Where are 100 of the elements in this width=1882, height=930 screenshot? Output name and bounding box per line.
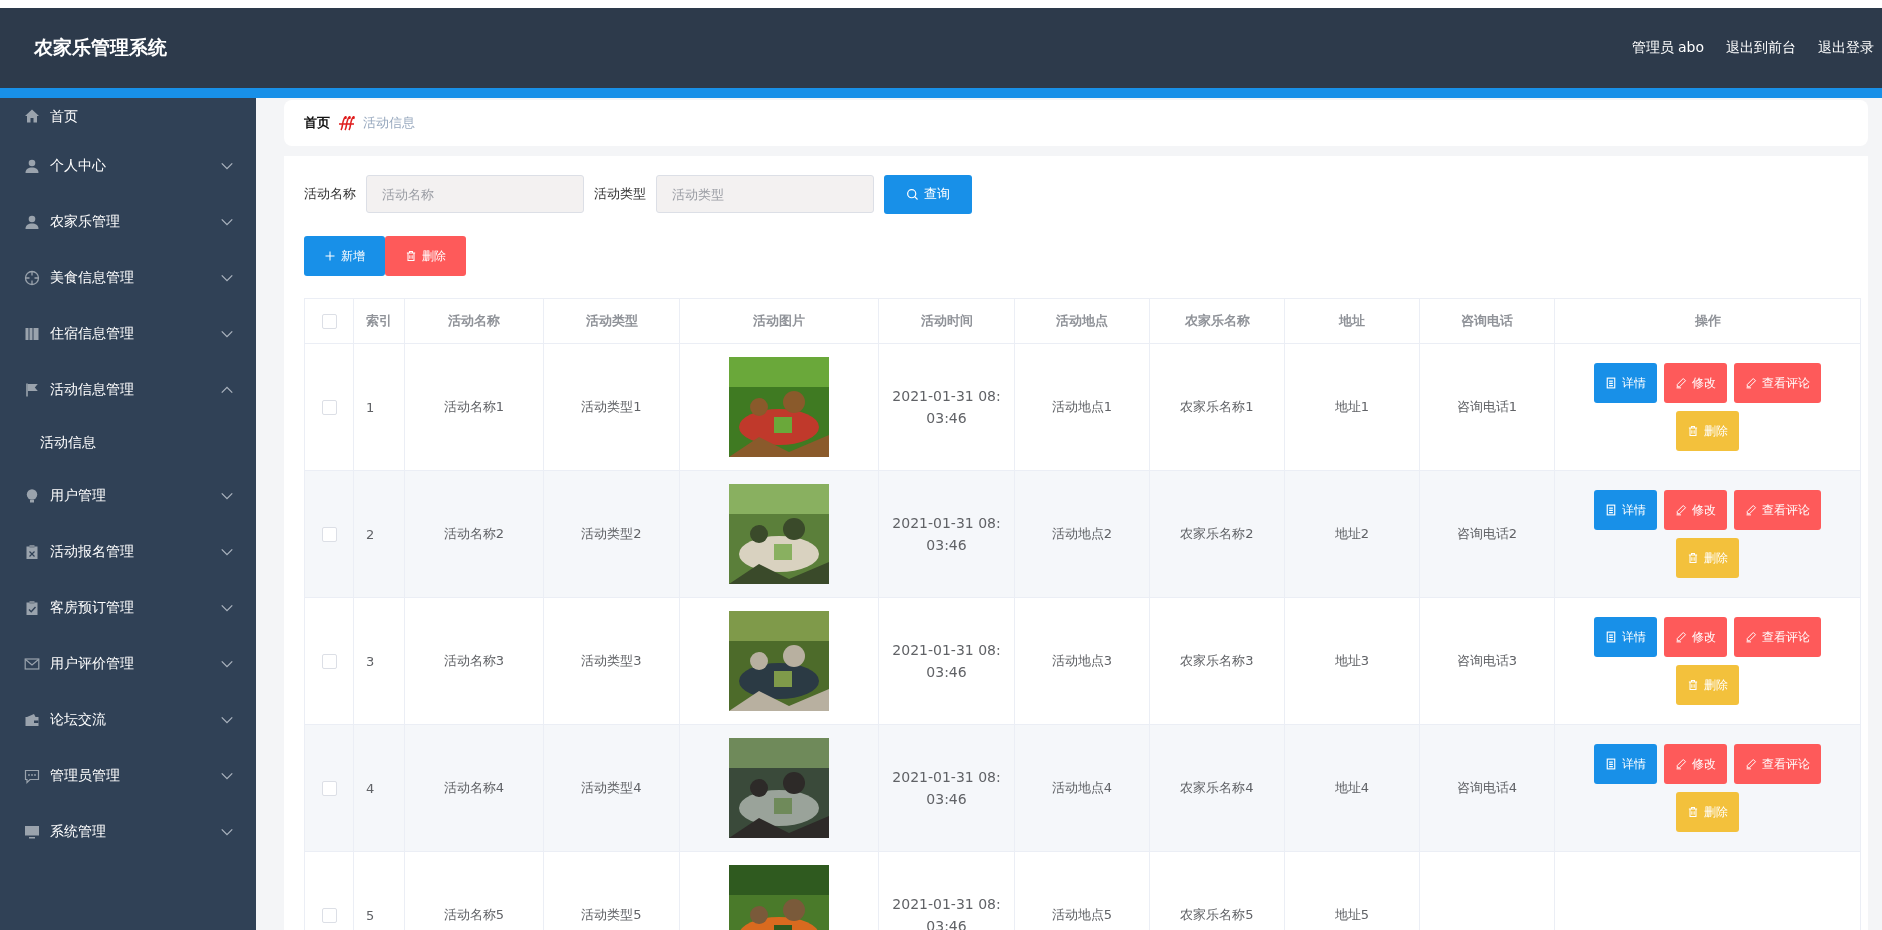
pencil-icon [1745, 377, 1757, 389]
field-label: 活动名称 [304, 185, 356, 203]
edit-button[interactable]: 修改 [1664, 617, 1727, 657]
header-link[interactable]: 退出登录 [1818, 39, 1874, 57]
table-cell-text: 3 [365, 653, 376, 669]
monitor-icon [24, 824, 40, 840]
table-cell: 咨询电话3 [1456, 652, 1518, 670]
pencil-icon [1745, 504, 1757, 516]
search-button[interactable]: 查询 [884, 174, 972, 214]
table-cell-text: 2021-01-31 08:03:46 [891, 387, 1002, 428]
table-cell-text: 2021-01-31 08:03:46 [891, 641, 1002, 682]
edit-button[interactable]: 查看评论 [1734, 744, 1821, 784]
sidebar-item[interactable]: 个人中心 [0, 138, 256, 194]
plus-icon [324, 250, 336, 262]
sidebar-item[interactable]: 管理员管理 [0, 748, 256, 804]
table-cell-text: 4 [365, 780, 376, 796]
chat-icon [24, 768, 40, 784]
detail-button[interactable]: 详情 [1594, 744, 1657, 784]
field-label: 活动类型 [594, 185, 646, 203]
clipboard-x-icon [24, 544, 40, 560]
checkbox[interactable] [321, 654, 337, 669]
edit-button[interactable]: 查看评论 [1734, 363, 1821, 403]
breadcrumb-link[interactable]: 首页 [304, 114, 330, 132]
table-cell: 咨询电话1 [1456, 398, 1518, 416]
bulb-icon [24, 488, 40, 504]
pencil-icon [1675, 631, 1687, 643]
pencil-icon [1675, 377, 1687, 389]
column-header: 咨询电话 [1419, 298, 1555, 344]
edit-button[interactable]: 查看评论 [1734, 617, 1821, 657]
table-cell-text: 1 [365, 399, 376, 415]
app-title: 农家乐管理系统 [34, 35, 167, 60]
table-cell: 地址3 [1334, 652, 1370, 670]
table-cell: 农家乐名称3 [1180, 652, 1254, 670]
sidebar-item[interactable]: 美食信息管理 [0, 250, 256, 306]
table-cell: 活动地点1 [1051, 398, 1113, 416]
detail-button[interactable]: 详情 [1594, 490, 1657, 530]
table-cell: 活动类型4 [581, 779, 642, 797]
trash-icon [1687, 552, 1699, 564]
sidebar-item[interactable]: 论坛交流 [0, 692, 256, 748]
checkbox[interactable] [321, 527, 337, 542]
sidebar-item[interactable]: 活动信息管理 [0, 362, 256, 418]
table-cell: 活动地点5 [1051, 906, 1113, 924]
pencil-icon [1675, 504, 1687, 516]
add-button[interactable]: 新增 [304, 236, 385, 276]
column-header: 操作 [1554, 298, 1861, 344]
checkbox[interactable] [321, 314, 337, 329]
trash-icon [1687, 679, 1699, 691]
mail-icon [24, 656, 40, 672]
checkbox[interactable] [321, 781, 337, 796]
crosshair-icon [24, 270, 40, 286]
user-icon [24, 214, 40, 230]
edit-button[interactable]: 修改 [1664, 490, 1727, 530]
flag-icon [24, 382, 40, 398]
table-cell: 活动名称4 [443, 779, 505, 797]
table-cell: 活动类型5 [581, 906, 642, 924]
detail-button[interactable]: 详情 [1594, 617, 1657, 657]
table-cell: 活动类型3 [581, 652, 642, 670]
table-cell-text: 5 [365, 907, 376, 923]
checkbox[interactable] [321, 908, 337, 923]
trash-icon [405, 250, 417, 262]
column-header: 地址 [1284, 298, 1420, 344]
table-cell: 活动名称3 [443, 652, 505, 670]
sidebar-item[interactable]: 用户评价管理 [0, 636, 256, 692]
sidebar-item[interactable]: 农家乐管理 [0, 194, 256, 250]
table-cell: 咨询电话2 [1456, 525, 1518, 543]
column-header: 活动名称 [404, 298, 544, 344]
pencil-icon [1675, 758, 1687, 770]
sidebar-item[interactable]: 住宿信息管理 [0, 306, 256, 362]
detail-button[interactable]: 详情 [1594, 363, 1657, 403]
search-field[interactable]: 活动类型 [656, 175, 874, 213]
user-icon [24, 158, 40, 174]
edit-button[interactable]: 修改 [1664, 363, 1727, 403]
column-header: 活动图片 [679, 298, 879, 344]
document-icon [1605, 504, 1617, 516]
table-cell: 活动类型1 [581, 398, 642, 416]
table-cell: 地址2 [1334, 525, 1370, 543]
separator-icon [338, 114, 355, 132]
search-field[interactable]: 活动名称 [366, 175, 584, 213]
checkbox[interactable] [321, 400, 337, 415]
sidebar-item[interactable]: 系统管理 [0, 804, 256, 860]
table-cell-text: 2021-01-31 08:03:46 [891, 514, 1002, 555]
header-link[interactable]: 退出到前台 [1726, 39, 1796, 57]
table-cell: 农家乐名称5 [1180, 906, 1254, 924]
sidebar-item[interactable]: 活动报名管理 [0, 524, 256, 580]
sidebar-item[interactable]: 客房预订管理 [0, 580, 256, 636]
document-icon [1605, 631, 1617, 643]
column-header: 活动时间 [878, 298, 1015, 344]
header-link[interactable]: 管理员 abo [1631, 39, 1704, 57]
sidebar-item[interactable]: 用户管理 [0, 468, 256, 524]
document-icon [1605, 377, 1617, 389]
breadcrumb-link[interactable]: 活动信息 [363, 114, 415, 132]
edit-button[interactable]: 查看评论 [1734, 490, 1821, 530]
delete-button[interactable]: 删除 [385, 236, 466, 276]
edit-button[interactable]: 修改 [1664, 744, 1727, 784]
search-icon [906, 187, 919, 201]
table-cell: 农家乐名称4 [1180, 779, 1254, 797]
table-cell: 活动地点2 [1051, 525, 1113, 543]
sidebar-item[interactable]: 首页 [0, 98, 256, 138]
sidebar-subitem[interactable]: 活动信息 [0, 418, 256, 468]
table-cell-text: 2021-01-31 08:03:46 [891, 768, 1002, 809]
